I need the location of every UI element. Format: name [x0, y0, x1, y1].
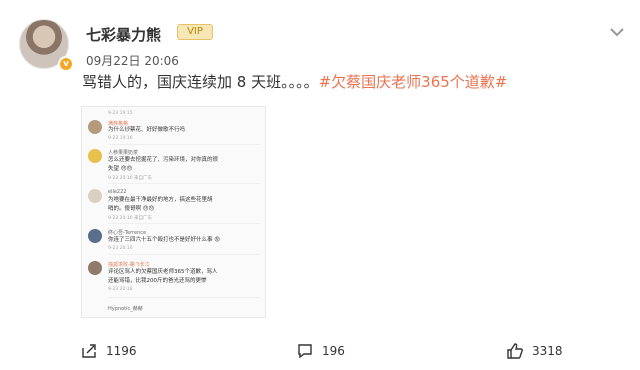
share-button[interactable]: 1196: [80, 336, 137, 366]
share-icon: [82, 344, 96, 358]
action-bar: 1196 196 3318: [0, 336, 640, 366]
hashtag-link[interactable]: #欠蔡国庆老师365个道歉#: [319, 73, 508, 91]
commenter-name: 独孤求败-路飞长江: [108, 262, 150, 268]
comment-text: 评论区骂人的欠蔡国庆老师365个道歉，骂人: [108, 269, 218, 275]
comment-stamp: 9-23 20:10 来自广东: [108, 216, 153, 221]
commenter-name: elle222: [108, 189, 127, 195]
divider: [108, 183, 260, 184]
post-image[interactable]: 9-23 19:15 满族格格_ 为什么炒蔡花、好好做歌不行吗 9-23 19:…: [81, 106, 266, 318]
like-button[interactable]: 3318: [506, 336, 563, 366]
comment-stamp: 9-23 20:18: [108, 287, 133, 292]
commenter-avatar: [88, 261, 102, 275]
divider: [108, 144, 260, 145]
divider: [108, 254, 260, 255]
post-date[interactable]: 09月22日 20:06: [86, 52, 179, 69]
thumbs-up-icon: [507, 343, 523, 359]
post-body: 骂错人的，国庆连续加 8 天班。。。。: [82, 73, 319, 91]
commenter-avatar: [88, 149, 102, 163]
post-header: v 七彩暴力熊 VIP 09月22日 20:06: [14, 14, 626, 74]
commenter-avatar: [88, 229, 102, 243]
username[interactable]: 七彩暴力熊: [86, 24, 161, 45]
comment-stamp: 9-23 20:16: [108, 246, 133, 251]
comment-stamp: 9-23 20:10 来自广东: [108, 176, 153, 181]
divider: [108, 297, 260, 298]
comment-icon: [298, 344, 312, 359]
commenter-name: 终心吾-Terrence: [108, 230, 147, 236]
comment-text: 你连了三四六十五个殴打也不是好好什么事 😡: [108, 237, 220, 243]
commenter-avatar: [88, 120, 102, 134]
comment-text: 哨的。傻哥啊 😠😠: [108, 206, 155, 212]
verified-icon: v: [58, 56, 74, 72]
comment-text: 失望 😠😠: [108, 166, 133, 172]
comment-count: 196: [322, 344, 345, 358]
comment-text: 还能骂错，比我200斤的爸光还骂的更惨: [108, 278, 207, 284]
chevron-down-icon[interactable]: [604, 22, 630, 42]
post-text: 骂错人的，国庆连续加 8 天班。。。。#欠蔡国庆老师365个道歉#: [82, 72, 622, 92]
commenter-name: 人参果果奶茶: [108, 150, 139, 156]
comment-button[interactable]: 196: [296, 336, 345, 366]
comment-text: 怎么还要去挖掘花了、污染环境，对你真的很: [108, 157, 219, 163]
comment-time: 9-23 19:15: [108, 111, 133, 116]
comment-text: 为什么炒蔡花、好好做歌不行吗: [108, 127, 186, 133]
comment-text: 为啥要在最干净最好的地方，搞这些花里胡: [108, 197, 213, 203]
like-count: 3318: [532, 344, 563, 358]
comment-stamp: 9-23 19:16: [108, 136, 133, 141]
commenter-name: Hypnotic_赫赫: [108, 306, 143, 312]
share-count: 1196: [106, 344, 137, 358]
vip-badge[interactable]: VIP: [177, 24, 213, 40]
commenter-avatar: [88, 189, 102, 203]
divider: [108, 223, 260, 224]
